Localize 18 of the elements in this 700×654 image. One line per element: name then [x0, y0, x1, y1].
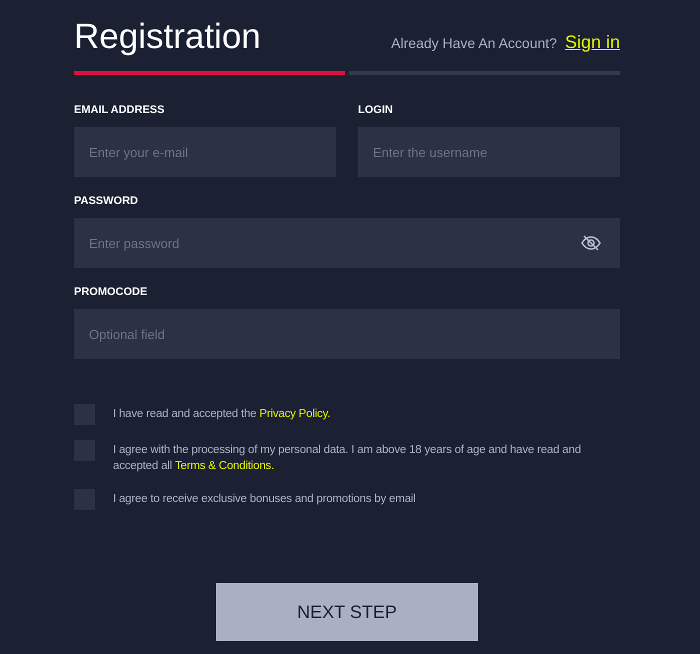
- agreement-text: I agree with the processing of my personal data. I am above 18 years of age and have read and accepted all Terms & Conditions.: [113, 443, 582, 474]
- field-label: PROMOCODE: [74, 285, 148, 300]
- sign-in-link[interactable]: Sign in: [564, 32, 620, 53]
- password-field[interactable]: Enter password: [74, 218, 620, 268]
- input-field[interactable]: Enter your e-mail: [74, 127, 336, 177]
- agreement-text: I have read and accepted the Privacy Policy.: [113, 407, 330, 422]
- agreement-text: I agree to receive exclusive bonuses and promotions by email: [113, 492, 416, 507]
- input-field[interactable]: Optional field: [74, 309, 620, 359]
- agreement-link[interactable]: Privacy Policy.: [259, 408, 330, 420]
- account-prompt: Already Have An Account?: [391, 35, 557, 51]
- field-label: EMAIL ADDRESS: [74, 103, 166, 118]
- field-label: PASSWORD: [74, 194, 139, 209]
- field-label: LOGIN: [358, 103, 394, 118]
- input-field[interactable]: Enter the username: [358, 127, 620, 177]
- agreement-link[interactable]: Terms & Conditions.: [174, 460, 274, 472]
- next-step-button[interactable]: NEXT STEP: [216, 583, 478, 641]
- eye-slash-icon[interactable]: [581, 235, 601, 251]
- page-title: Registration: [74, 16, 261, 58]
